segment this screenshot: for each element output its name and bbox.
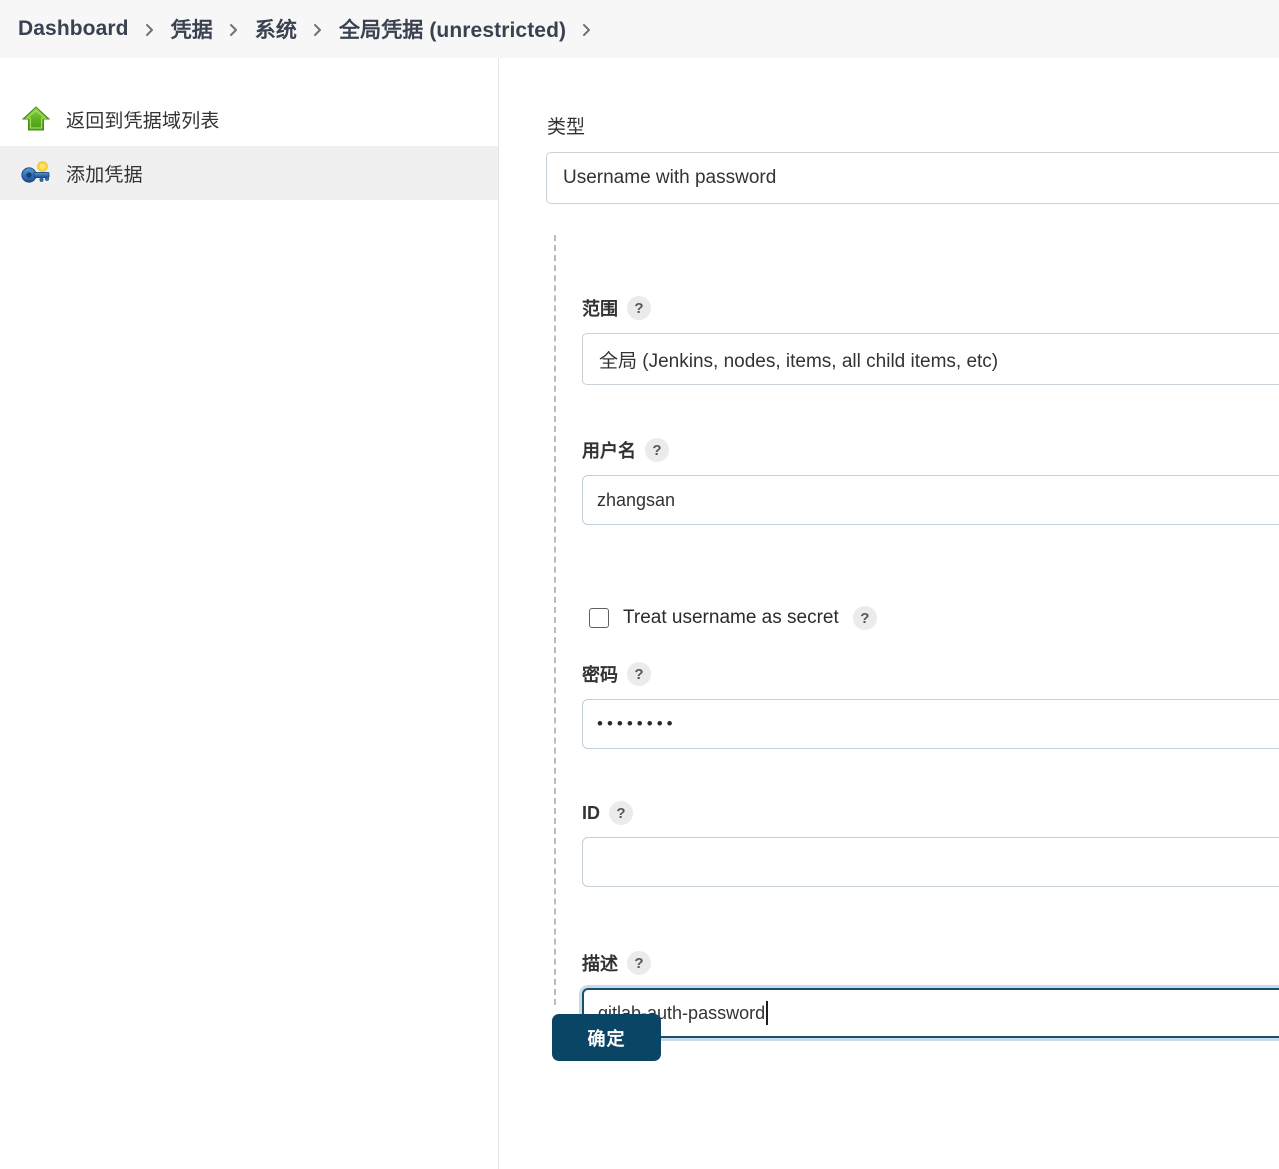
id-field: ID ? [582,801,1279,887]
id-label-group: ID ? [582,801,1279,825]
treat-username-as-secret-checkbox[interactable] [589,608,609,628]
breadcrumb-system[interactable]: 系统 [251,14,301,44]
help-icon[interactable]: ? [852,606,877,630]
scope-select[interactable]: 全局 (Jenkins, nodes, items, all child ite… [582,333,1279,385]
password-label-group: 密码 ? [582,661,1279,687]
help-icon[interactable]: ? [627,951,651,975]
password-input-value: •••••••• [597,714,677,733]
username-label: 用户名 [582,441,636,461]
help-icon[interactable]: ? [627,296,651,320]
username-field: 用户名 ? zhangsan [582,437,1279,525]
treat-username-as-secret-row[interactable]: Treat username as secret ? [589,606,877,630]
text-cursor [766,1001,768,1025]
credential-form: 类型 Username with password 范围 ? 全局 (Jenki… [500,58,1279,1169]
credential-fields-section: 范围 ? 全局 (Jenkins, nodes, items, all chil… [554,235,1279,1038]
submit-button[interactable]: 确定 [552,1014,661,1061]
password-input[interactable]: •••••••• [582,699,1279,749]
help-icon[interactable]: ? [609,801,633,825]
breadcrumb-global-credentials[interactable]: 全局凭据 (unrestricted) [335,14,570,44]
type-label: 类型 [547,117,586,138]
password-label: 密码 [582,665,618,685]
up-arrow-icon [20,103,52,135]
type-select[interactable]: Username with password [546,152,1279,204]
description-input[interactable]: gitlab-auth-password [582,988,1279,1038]
scope-select-value: 全局 (Jenkins, nodes, items, all child ite… [599,350,999,372]
scope-label: 范围 [582,299,618,319]
sidebar: 返回到凭据域列表 添加凭据 [0,58,499,1169]
help-icon[interactable]: ? [645,438,669,462]
sidebar-item-label: 添加凭据 [66,164,143,186]
scope-label-group: 范围 ? [582,295,1279,321]
scope-field: 范围 ? 全局 (Jenkins, nodes, items, all chil… [582,295,1279,385]
chevron-right-icon [301,23,335,37]
breadcrumb-credentials[interactable]: 凭据 [167,14,217,44]
breadcrumb-menu-chevron-icon[interactable] [570,23,604,37]
chevron-right-icon [133,23,167,37]
username-input-value: zhangsan [597,489,676,510]
breadcrumb-dashboard[interactable]: Dashboard [14,17,133,41]
id-label: ID [582,802,600,823]
sidebar-item-label: 返回到凭据域列表 [66,110,220,132]
key-icon [20,157,52,189]
description-label-group: 描述 ? [582,950,1279,976]
chevron-right-icon [217,23,251,37]
description-label: 描述 [582,954,618,974]
help-icon[interactable]: ? [627,662,651,686]
description-field: 描述 ? gitlab-auth-password [582,950,1279,1038]
treat-username-as-secret-label: Treat username as secret [623,607,839,628]
type-select-value: Username with password [563,167,777,188]
username-input[interactable]: zhangsan [582,475,1279,525]
id-input[interactable] [582,837,1279,887]
password-field: 密码 ? •••••••• [582,661,1279,749]
sidebar-item-back-to-credential-domains[interactable]: 返回到凭据域列表 [0,92,498,146]
breadcrumb: Dashboard 凭据 系统 全局凭据 (unrestricted) [0,0,1279,58]
sidebar-item-add-credentials[interactable]: 添加凭据 [0,146,498,200]
username-label-group: 用户名 ? [582,437,1279,463]
